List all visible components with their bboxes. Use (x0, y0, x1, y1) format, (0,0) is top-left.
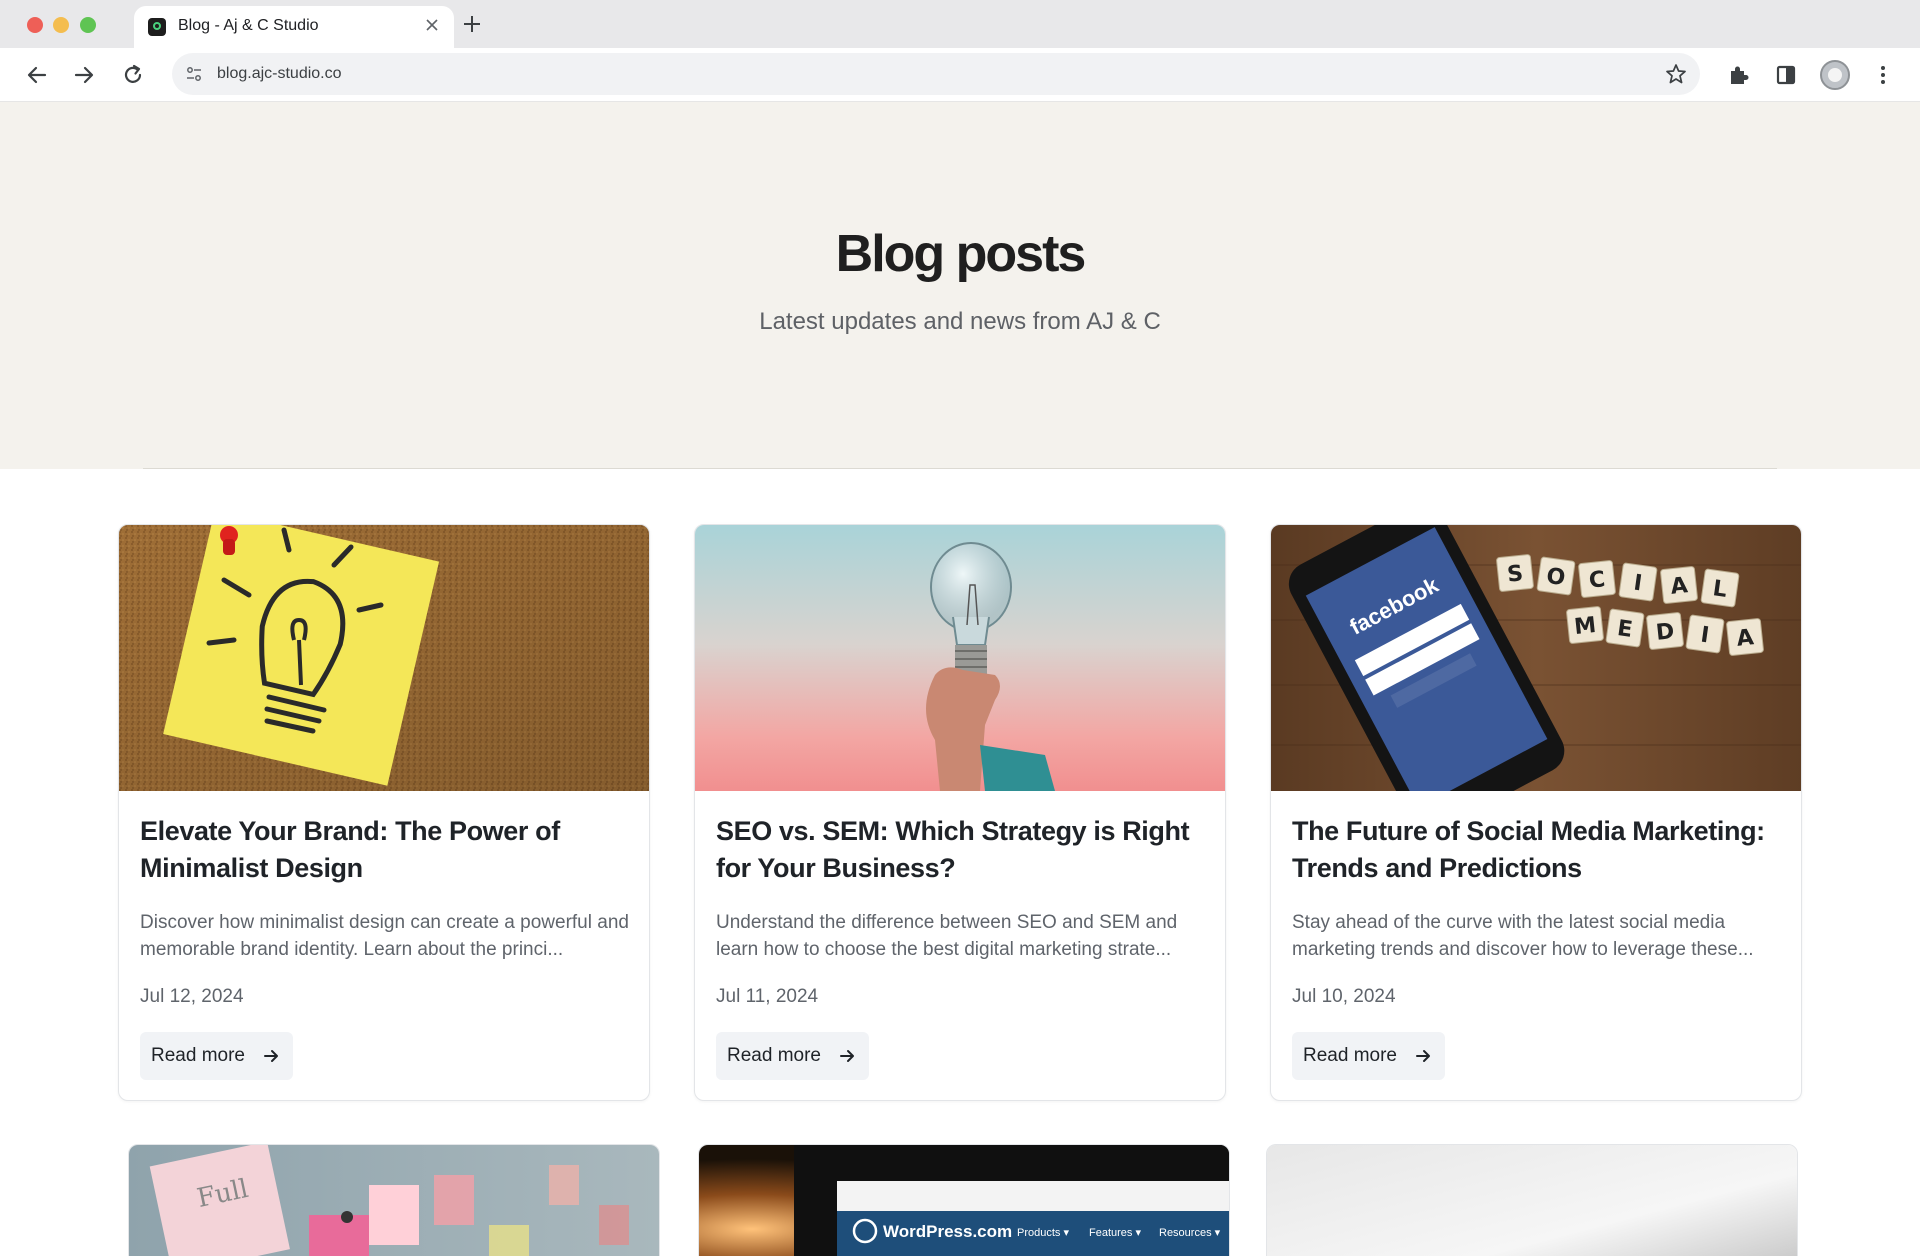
tab-close-icon[interactable] (422, 15, 442, 35)
read-more-label: Read more (151, 1045, 245, 1066)
post-card[interactable]: WordPress.com Products ▾ Features ▾ Reso… (698, 1144, 1230, 1256)
page-title: Blog posts (835, 225, 1087, 283)
svg-text:O: O (1545, 564, 1567, 591)
post-card[interactable] (1266, 1144, 1798, 1256)
wordpress-logo-text: WordPress.com (883, 1222, 1012, 1241)
browser-tab-active[interactable]: Blog - Aj & C Studio (134, 6, 454, 48)
url-text: blog.ajc-studio.co (217, 65, 342, 82)
read-more-button[interactable]: Read more (1292, 1032, 1445, 1080)
profile-avatar[interactable] (1820, 60, 1850, 90)
more-menu-icon[interactable] (1869, 61, 1897, 89)
post-image[interactable] (119, 525, 649, 791)
sticky-notes-wall-image: Full (129, 1145, 659, 1256)
wordpress-nav-features: Features ▾ (1089, 1227, 1141, 1239)
phone-facebook-social-media-image: facebook SOCIAL MEDIA (1271, 525, 1801, 791)
post-excerpt: Understand the difference between SEO an… (716, 912, 1178, 960)
post-image[interactable]: facebook SOCIAL MEDIA (1271, 525, 1801, 791)
post-image[interactable] (695, 525, 1225, 791)
site-info-icon[interactable] (184, 64, 204, 84)
back-arrow-icon[interactable] (23, 61, 51, 89)
wordpress-screen-image: WordPress.com Products ▾ Features ▾ Reso… (699, 1145, 1229, 1256)
svg-text:S: S (1506, 561, 1524, 588)
read-more-button[interactable]: Read more (140, 1032, 293, 1080)
svg-text:A: A (1669, 573, 1689, 600)
social-letter-tile: C (1578, 560, 1616, 598)
media-letter-tile: I (1685, 614, 1725, 654)
social-letter-tile: L (1700, 568, 1740, 608)
svg-text:M: M (1573, 613, 1597, 640)
wordpress-nav-resources: Resources ▾ (1159, 1227, 1221, 1239)
site-favicon-icon (148, 18, 166, 36)
read-more-label: Read more (1303, 1045, 1397, 1066)
arrow-right-icon (1416, 1050, 1430, 1062)
bookmark-star-icon[interactable] (1664, 62, 1688, 86)
forward-arrow-icon[interactable] (70, 61, 98, 89)
social-letter-tile: S (1496, 554, 1534, 592)
post-excerpt: Discover how minimalist design can creat… (140, 912, 629, 960)
side-panel-icon[interactable] (1772, 61, 1800, 89)
browser-tab-strip: Blog - Aj & C Studio (0, 0, 1920, 48)
post-card[interactable]: SEO vs. SEM: Which Strategy is Right for… (694, 524, 1226, 1101)
media-letter-tile: A (1726, 618, 1764, 656)
post-card[interactable]: Elevate Your Brand: The Power of Minimal… (118, 524, 650, 1101)
hand-holding-lightbulb-image (695, 525, 1225, 791)
read-more-label: Read more (727, 1045, 821, 1066)
grey-placeholder-image (1267, 1145, 1797, 1256)
media-letter-tile: E (1605, 608, 1645, 648)
social-letter-tile: O (1536, 556, 1576, 596)
post-date: Jul 12, 2024 (140, 986, 244, 1007)
post-card[interactable]: facebook SOCIAL MEDIA The Future of Soci… (1270, 524, 1802, 1101)
tab-title: Blog - Aj & C Studio (178, 17, 319, 34)
window-maximize-button[interactable] (80, 17, 96, 33)
post-title[interactable]: The Future of Social Media Marketing: Tr… (1292, 813, 1782, 887)
media-letter-tile: M (1566, 606, 1604, 644)
post-title[interactable]: Elevate Your Brand: The Power of Minimal… (140, 813, 630, 887)
post-title[interactable]: SEO vs. SEM: Which Strategy is Right for… (716, 813, 1206, 887)
browser-toolbar: blog.ajc-studio.co (0, 48, 1920, 102)
hero-divider (143, 468, 1777, 469)
arrow-right-icon (840, 1050, 854, 1062)
svg-text:D: D (1655, 619, 1676, 646)
sticky-note-lightbulb-image (119, 525, 649, 791)
post-date: Jul 10, 2024 (1292, 986, 1396, 1007)
social-letter-tile: A (1660, 566, 1698, 604)
svg-text:C: C (1588, 567, 1607, 594)
post-date: Jul 11, 2024 (716, 986, 819, 1007)
svg-text:A: A (1735, 625, 1755, 652)
arrow-right-icon (264, 1050, 278, 1062)
window-close-button[interactable] (27, 17, 43, 33)
social-letter-tile: I (1618, 562, 1658, 602)
read-more-button[interactable]: Read more (716, 1032, 869, 1080)
page-subtitle: Latest updates and news from AJ & C (759, 308, 1161, 335)
window-minimize-button[interactable] (53, 17, 69, 33)
address-bar[interactable]: blog.ajc-studio.co (172, 53, 1700, 95)
reload-icon[interactable] (119, 61, 147, 89)
post-card[interactable]: Full (128, 1144, 660, 1256)
post-excerpt: Stay ahead of the curve with the latest … (1292, 912, 1754, 960)
media-letter-tile: D (1646, 612, 1684, 650)
new-tab-icon[interactable] (460, 12, 484, 36)
wordpress-nav-products: Products ▾ (1017, 1227, 1069, 1239)
blog-hero: Blog posts Latest updates and news from … (0, 102, 1920, 469)
extensions-puzzle-icon[interactable] (1725, 61, 1753, 89)
